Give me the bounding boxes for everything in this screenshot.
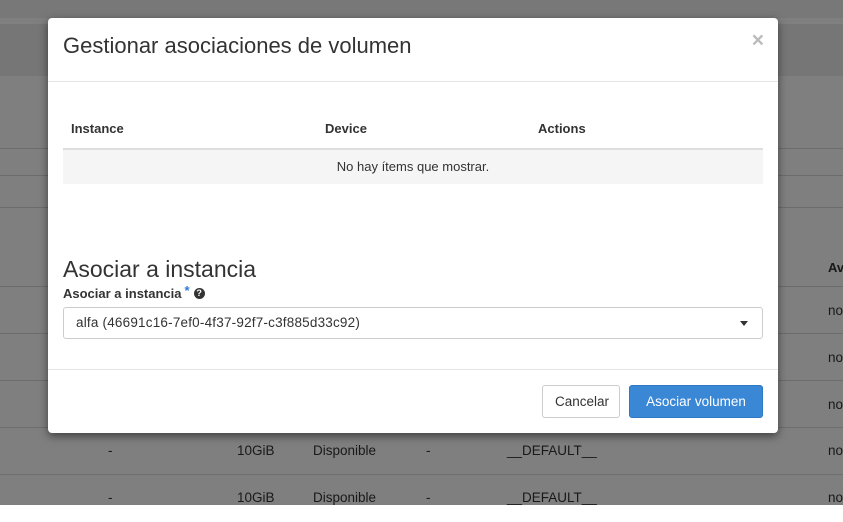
close-icon[interactable]: × [752, 30, 764, 51]
column-header-device: Device [325, 121, 367, 136]
required-marker: * [184, 283, 190, 298]
field-label-text: Asociar a instancia [63, 286, 182, 301]
manage-attachments-dialog: Gestionar asociaciones de volumen × Inst… [48, 18, 778, 433]
column-header-instance: Instance [71, 121, 124, 136]
table-header: Instance Device Actions [63, 118, 763, 150]
modal-title: Gestionar asociaciones de volumen [63, 33, 412, 58]
attachments-table: Instance Device Actions No hay ítems que… [63, 118, 763, 184]
section-title: Asociar a instancia [63, 256, 257, 282]
instance-select[interactable]: alfa (46691c16-7ef0-4f37-92f7-c3f885d33c… [63, 307, 763, 339]
instance-field-label: Asociar a instancia *? [63, 283, 205, 301]
caret-down-icon [740, 321, 748, 326]
instance-select-value: alfa (46691c16-7ef0-4f37-92f7-c3f885d33c… [76, 315, 361, 330]
modal-header: Gestionar asociaciones de volumen × [48, 18, 778, 82]
column-header-actions: Actions [538, 121, 586, 136]
help-icon[interactable]: ? [193, 288, 205, 300]
attach-volume-button[interactable]: Asociar volumen [629, 385, 763, 418]
modal-footer: Cancelar Asociar volumen [48, 369, 778, 434]
empty-table-message: No hay ítems que mostrar. [63, 150, 763, 184]
cancel-button[interactable]: Cancelar [542, 385, 620, 418]
